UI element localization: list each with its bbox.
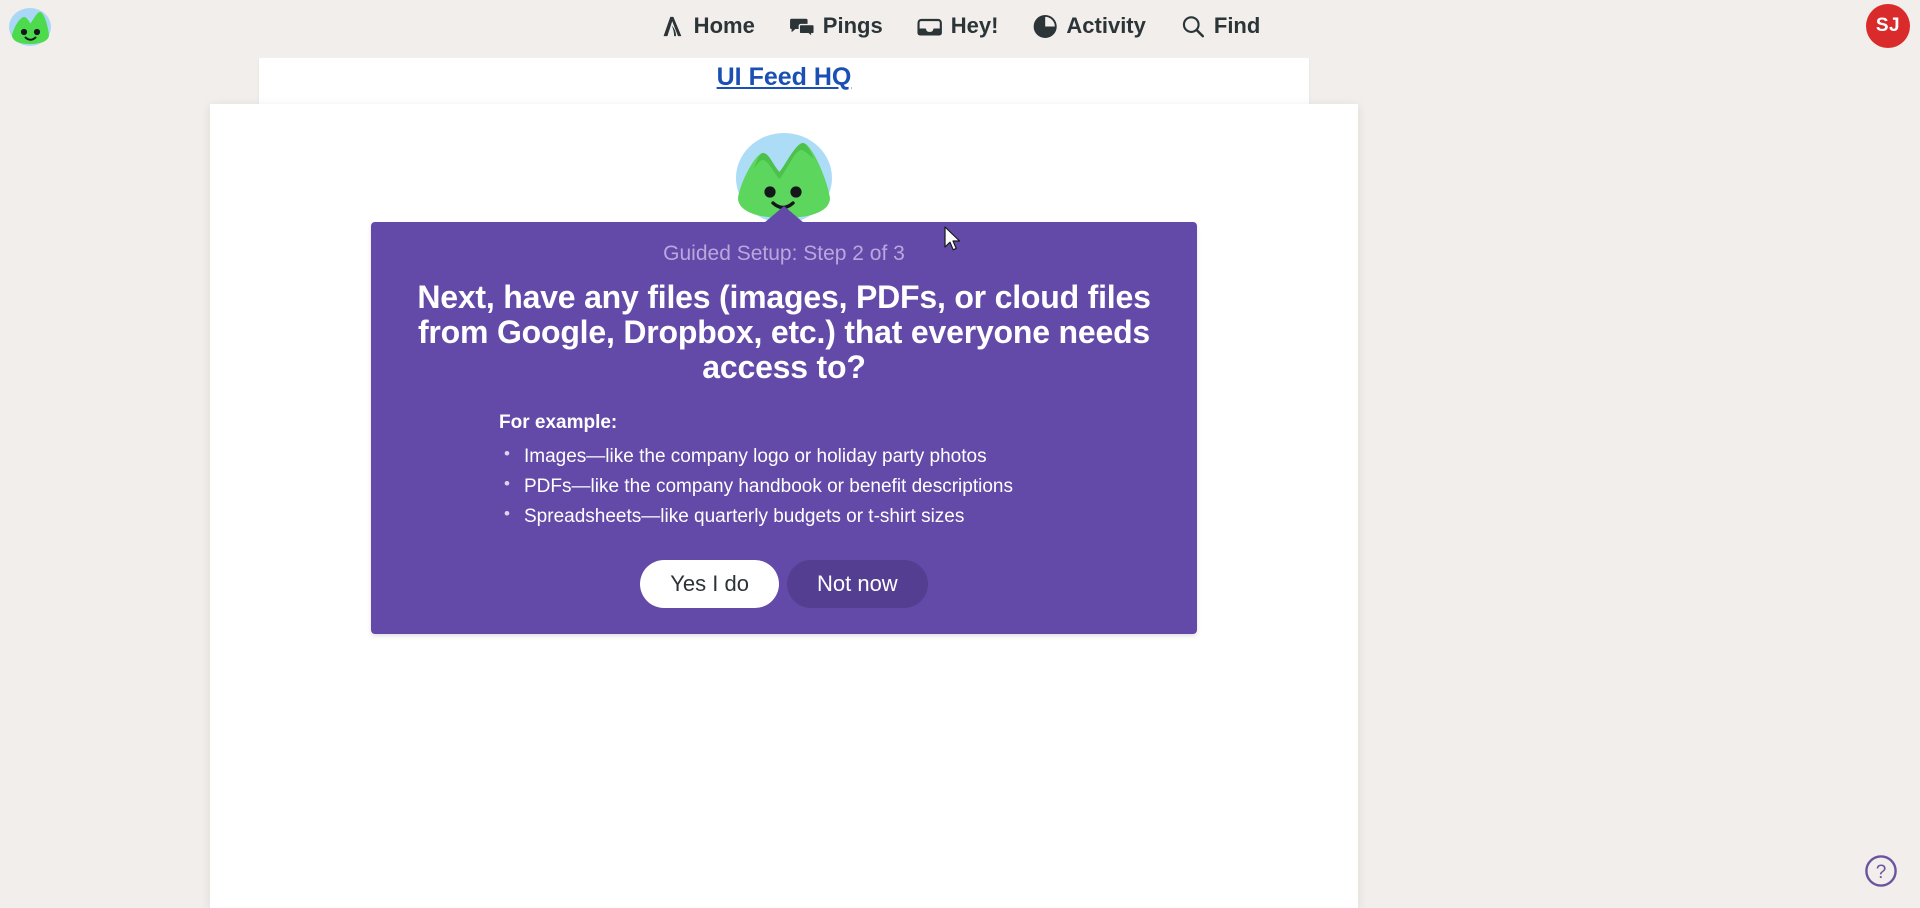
page-title-container: UI Feed HQ <box>259 51 1309 103</box>
examples-section: For example: Images—like the company log… <box>371 412 1197 532</box>
nav-item-find-label: Find <box>1213 13 1261 38</box>
primary-nav-links: Home Pings Hey! Activity Find <box>660 4 1260 48</box>
callout-actions: Yes I do Not now <box>371 559 1197 608</box>
guided-setup-panel: Guided Setup: Step 2 of 3 Next, have any… <box>210 104 1358 908</box>
page-title[interactable]: UI Feed HQ <box>717 63 852 92</box>
nav-item-pings-label: Pings <box>822 13 883 38</box>
top-navigation-bar: Home Pings Hey! Activity Find SJ <box>0 0 1920 58</box>
home-icon <box>660 13 686 39</box>
callout-pointer-arrow <box>764 206 804 223</box>
avatar[interactable]: SJ <box>1866 4 1910 48</box>
list-item: Spreadsheets—like quarterly budgets or t… <box>499 501 1197 532</box>
svg-text:?: ? <box>1876 862 1887 883</box>
nav-item-hey[interactable]: Hey! <box>917 13 999 39</box>
brand-logo-icon[interactable] <box>8 4 52 48</box>
step-indicator: Guided Setup: Step 2 of 3 <box>663 242 905 265</box>
inbox-tray-icon <box>917 13 943 39</box>
nav-item-hey-label: Hey! <box>950 13 999 38</box>
help-button[interactable]: ? <box>1864 854 1898 888</box>
examples-heading: For example: <box>499 411 618 433</box>
search-icon <box>1180 13 1206 39</box>
nav-item-home-label: Home <box>693 13 755 38</box>
guided-setup-callout-card: Guided Setup: Step 2 of 3 Next, have any… <box>371 206 1197 634</box>
list-item: PDFs—like the company handbook or benefi… <box>499 471 1197 502</box>
callout-headline: Next, have any files (images, PDFs, or c… <box>417 279 1151 386</box>
pie-clock-icon <box>1032 13 1058 39</box>
nav-item-home[interactable]: Home <box>660 13 755 39</box>
list-item: Images—like the company logo or holiday … <box>499 441 1197 472</box>
yes-i-do-button[interactable]: Yes I do <box>640 559 779 608</box>
nav-item-activity-label: Activity <box>1066 13 1146 38</box>
chat-bubbles-icon <box>789 13 815 39</box>
not-now-button[interactable]: Not now <box>786 559 928 608</box>
examples-list: Images—like the company logo or holiday … <box>499 441 1197 532</box>
nav-item-find[interactable]: Find <box>1180 13 1260 39</box>
nav-item-pings[interactable]: Pings <box>789 13 883 39</box>
nav-item-activity[interactable]: Activity <box>1032 13 1146 39</box>
